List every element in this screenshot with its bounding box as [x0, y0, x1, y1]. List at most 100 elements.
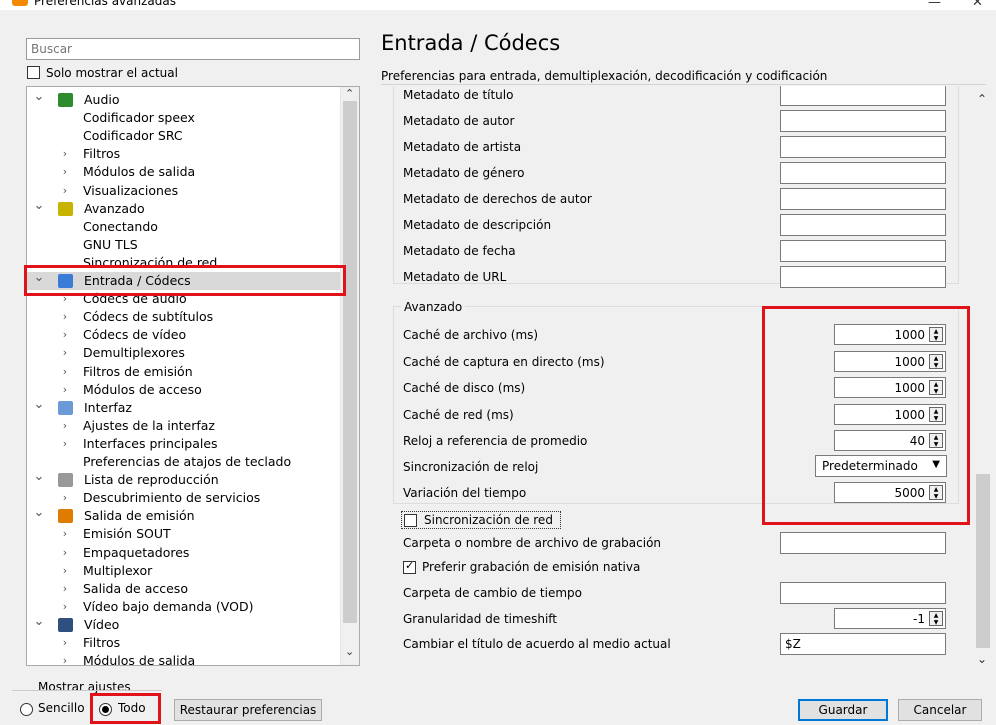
chevron-right-icon[interactable]: › [59, 326, 71, 344]
timeshift-gran-spinbox[interactable]: -1 ▲ ▼ [834, 608, 946, 629]
reset-preferences-button[interactable]: Restaurar preferencias [174, 699, 322, 721]
chevron-right-icon[interactable]: › [59, 652, 71, 665]
tree-item[interactable]: › Emisión SOUT [27, 525, 343, 543]
metadata-input[interactable] [780, 136, 946, 158]
chevron-right-icon[interactable]: › [59, 363, 71, 381]
sencillo-radio[interactable] [20, 703, 33, 716]
playlist-icon [58, 473, 73, 488]
chevron-down-icon[interactable]: ⌄ [33, 88, 45, 106]
tree-item[interactable]: › Salida de acceso [27, 580, 343, 598]
sencillo-label: Sencillo [38, 701, 85, 715]
chevron-down-icon[interactable]: ⌄ [33, 396, 45, 414]
chevron-right-icon[interactable]: › [59, 489, 71, 507]
chevron-right-icon[interactable]: › [59, 381, 71, 399]
tree-item[interactable]: › Módulos de salida [27, 163, 343, 181]
tree-category[interactable]: ⌄ Salida de emisión [27, 504, 343, 525]
scroll-up-icon[interactable]: ⌃ [977, 92, 987, 106]
chevron-down-icon[interactable]: ⌄ [33, 197, 45, 215]
chevron-right-icon[interactable]: › [59, 344, 71, 362]
panel-scroll-thumb[interactable] [976, 474, 990, 648]
tree-item[interactable]: Codificador speex [27, 109, 343, 127]
chip-icon [58, 201, 73, 216]
chevron-down-icon[interactable]: ⌄ [33, 468, 45, 486]
scroll-up-icon[interactable]: ⌃ [345, 87, 354, 100]
advanced-setting-label: Caché de disco (ms) [403, 381, 526, 395]
show-settings-divider [12, 690, 162, 691]
tree-category[interactable]: ⌄ Lista de reproducción [27, 468, 343, 489]
tree-item[interactable]: › Filtros [27, 634, 343, 652]
metadata-input[interactable] [780, 240, 946, 262]
record-path-input[interactable] [780, 532, 946, 554]
metadata-input[interactable] [780, 86, 946, 106]
native-rec-checkbox[interactable]: ✓ [403, 559, 416, 574]
chevron-right-icon[interactable]: › [59, 580, 71, 598]
tree-item[interactable]: › Módulos de acceso [27, 381, 343, 399]
tree-item[interactable]: › Códecs de subtítulos [27, 308, 343, 326]
tree-item-label: Descubrimiento de servicios [83, 490, 261, 506]
minimize-button[interactable]: — [928, 0, 941, 10]
net-sync-checkbox-row[interactable]: Sincronización de red [401, 511, 561, 529]
page-title: Entrada / Códecs [381, 31, 561, 55]
chevron-right-icon[interactable]: › [59, 634, 71, 652]
chevron-right-icon[interactable]: › [59, 562, 71, 580]
close-button[interactable]: ✕ [972, 0, 983, 10]
category-tree[interactable]: ⌄ Audio Codificador speex Codificador SRC › F… [26, 86, 360, 666]
tree-item-label: Conectando [83, 218, 158, 234]
checkmark-icon: ✓ [405, 559, 415, 572]
tree-item[interactable]: › Demultiplexores [27, 344, 343, 362]
metadata-input[interactable] [780, 266, 946, 288]
panel-scrollbar[interactable]: ⌃ ⌄ [974, 86, 992, 666]
timeshift-dir-input[interactable] [780, 582, 946, 604]
tree-category[interactable]: ⌄ Avanzado [27, 197, 343, 218]
tree-item[interactable]: GNU TLS [27, 236, 343, 254]
cancel-button[interactable]: Cancelar [898, 699, 982, 721]
chevron-down-icon[interactable]: ⌄ [33, 504, 45, 522]
metadata-input[interactable] [780, 110, 946, 132]
tree-item[interactable]: › Ajustes de la interfaz [27, 417, 343, 435]
tree-item[interactable]: › Visualizaciones [27, 182, 343, 200]
clock-sync-label: Sincronización de reloj [403, 460, 539, 474]
chevron-right-icon[interactable]: › [59, 417, 71, 435]
chevron-right-icon[interactable]: › [59, 182, 71, 200]
chevron-right-icon[interactable]: › [59, 163, 71, 181]
metadata-input[interactable] [780, 162, 946, 184]
search-input[interactable] [26, 38, 360, 60]
metadata-input[interactable] [780, 214, 946, 236]
tree-item[interactable]: Conectando [27, 218, 343, 236]
tree-category[interactable]: ⌄ Interfaz [27, 396, 343, 417]
tree-item[interactable]: › Vídeo bajo demanda (VOD) [27, 598, 343, 616]
tree-item[interactable]: Preferencias de atajos de teclado [27, 453, 343, 471]
solo-mostrar-checkbox[interactable] [27, 66, 40, 79]
chevron-right-icon[interactable]: › [59, 435, 71, 453]
tree-item[interactable]: › Interfaces principales [27, 435, 343, 453]
scroll-down-icon[interactable]: ⌄ [977, 652, 987, 666]
spin-arrows-icon[interactable]: ▲ ▼ [929, 611, 943, 626]
tree-item[interactable]: › Descubrimiento de servicios [27, 489, 343, 507]
scroll-down-icon[interactable]: ⌄ [345, 645, 354, 658]
chevron-right-icon[interactable]: › [59, 598, 71, 616]
tree-category[interactable]: ⌄ Audio [27, 88, 343, 109]
tree-item[interactable]: › Empaquetadores [27, 544, 343, 562]
tree-scroll-thumb[interactable] [343, 101, 357, 623]
metadata-label: Metadato de fecha [403, 244, 516, 258]
tree-item[interactable]: › Códecs de vídeo [27, 326, 343, 344]
chevron-right-icon[interactable]: › [59, 308, 71, 326]
tree-scrollbar[interactable]: ⌃ ⌄ [340, 87, 359, 665]
net-sync-checkbox[interactable] [404, 514, 417, 527]
chevron-right-icon[interactable]: › [59, 544, 71, 562]
save-button[interactable]: Guardar [798, 699, 888, 721]
chevron-right-icon[interactable]: › [59, 145, 71, 163]
title-format-input[interactable]: $Z [780, 633, 946, 655]
chevron-right-icon[interactable]: › [59, 525, 71, 543]
tree-item[interactable]: Codificador SRC [27, 127, 343, 145]
tree-item[interactable]: › Filtros de emisión [27, 363, 343, 381]
window-title: Preferencias avanzadas [34, 0, 176, 8]
metadata-label: Metadato de título [403, 88, 514, 102]
tree-item-label: Vídeo bajo demanda (VOD) [83, 598, 254, 614]
tree-category[interactable]: ⌄ Vídeo [27, 613, 343, 634]
tree-item[interactable]: › Filtros [27, 145, 343, 163]
tree-item[interactable]: › Multiplexor [27, 562, 343, 580]
tree-item[interactable]: › Módulos de salida [27, 652, 343, 665]
chevron-down-icon[interactable]: ⌄ [33, 613, 45, 631]
metadata-input[interactable] [780, 188, 946, 210]
